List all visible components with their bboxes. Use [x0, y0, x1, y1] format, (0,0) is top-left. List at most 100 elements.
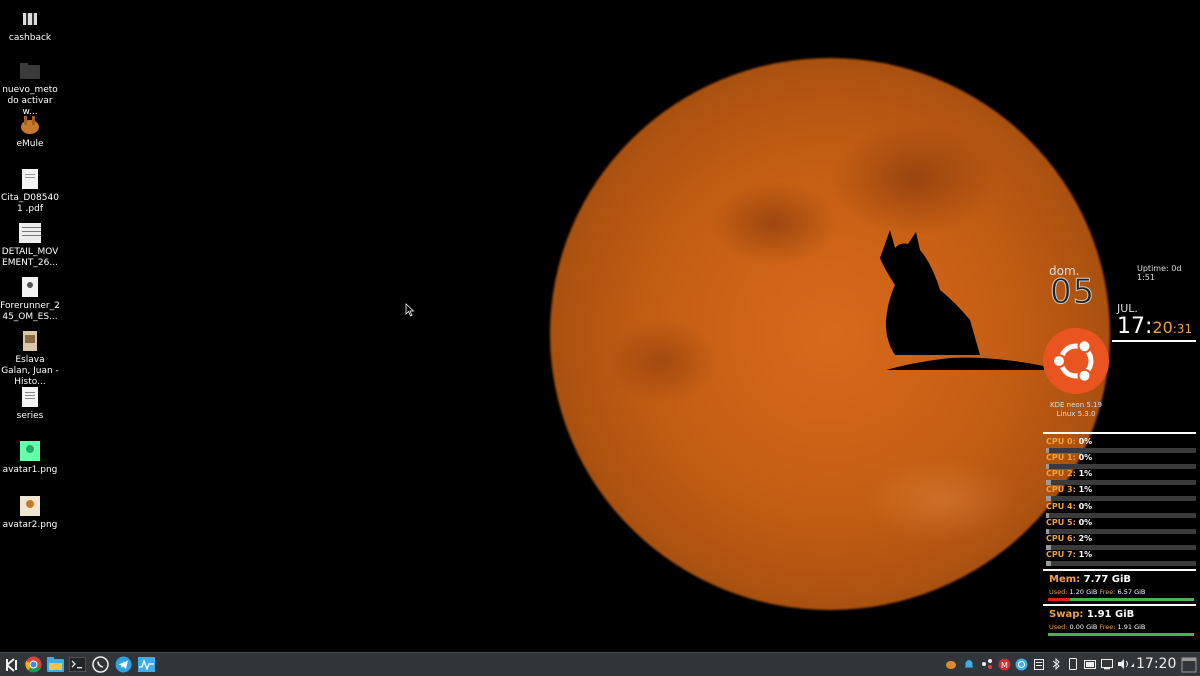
- cpu-value: 2%: [1078, 534, 1093, 543]
- clock-minutes: 20: [1152, 318, 1173, 337]
- mega-icon[interactable]: M: [997, 657, 1011, 671]
- widget-separator: [1043, 432, 1196, 434]
- network-share-icon[interactable]: [980, 657, 994, 671]
- desktop-icon-avatar2[interactable]: avatar2.png: [0, 495, 60, 531]
- cpu-value: 1%: [1078, 469, 1093, 478]
- cpu-label: CPU 1:: [1046, 453, 1076, 462]
- swap-free-label: Free:: [1099, 623, 1116, 631]
- emule-icon: [19, 114, 41, 136]
- cpu-row: CPU 2: 1%: [1046, 469, 1196, 478]
- phone-connect-icon[interactable]: [1066, 657, 1080, 671]
- desktop-icon-label: Cita_D085401 .pdf: [1, 193, 59, 214]
- taskbar-clock[interactable]: 17:20: [1136, 656, 1176, 672]
- desktop-icon-avatar1[interactable]: avatar1.png: [0, 440, 60, 476]
- desktop-icon-label: avatar1.png: [2, 465, 58, 475]
- cpu-row: CPU 0: 0%: [1046, 437, 1196, 446]
- ubuntu-logo-icon: [1043, 328, 1109, 394]
- mem-details: Used: 1.20 GiB Free: 6.57 GiB: [1049, 588, 1145, 596]
- widget-separator: [1043, 569, 1196, 571]
- desktop-icon-label: eMule: [16, 139, 44, 149]
- cpu-label: CPU 6:: [1046, 534, 1076, 543]
- clipboard-icon[interactable]: [1032, 657, 1046, 671]
- desktop-icon-series[interactable]: series: [0, 386, 60, 422]
- desktop-icon-cashback[interactable]: cashback: [0, 8, 60, 44]
- terminal-icon[interactable]: [68, 655, 87, 674]
- cpu-label: CPU 7:: [1046, 550, 1076, 559]
- desktop-icon-eslava-galan[interactable]: Eslava Galan, Juan - Histo...: [0, 330, 60, 388]
- cpu-load-fill: [1046, 561, 1051, 566]
- widget-separator: [1043, 604, 1196, 606]
- swap-usage-bar: [1048, 633, 1194, 636]
- clock-seconds: :31: [1172, 322, 1193, 336]
- swap-used-label: Used:: [1049, 623, 1068, 631]
- desktop-icon-detail-movement[interactable]: DETAIL_MOV EMENT_26...: [0, 222, 60, 269]
- cpu-value: 0%: [1078, 453, 1093, 462]
- desktop-icon-label: DETAIL_MOV EMENT_26...: [1, 247, 59, 268]
- cpu-label: CPU 2:: [1046, 469, 1076, 478]
- document-icon: [19, 276, 41, 298]
- mem-used-label: Used:: [1049, 588, 1068, 596]
- emule-tray-icon[interactable]: [944, 657, 958, 671]
- swap-details: Used: 0.00 GiB Free: 1.91 GiB: [1049, 623, 1145, 631]
- cpu-row: CPU 4: 0%: [1046, 502, 1196, 511]
- svg-text:M: M: [1001, 661, 1008, 670]
- cpu-load-bar: [1046, 496, 1196, 501]
- desktop-icon-label: avatar2.png: [2, 520, 58, 530]
- bluetooth-icon[interactable]: [1049, 657, 1063, 671]
- date-day-number: 05: [1049, 272, 1096, 313]
- swap-total: 1.91 GiB: [1086, 609, 1135, 620]
- image-icon: [19, 495, 41, 517]
- taskbar: M 17:20: [0, 652, 1200, 676]
- cpu-value: 1%: [1078, 550, 1093, 559]
- screen-icon[interactable]: [1100, 657, 1114, 671]
- cpu-label: CPU 4:: [1046, 502, 1076, 511]
- swap-title: Swap: 1.91 GiB: [1049, 609, 1134, 620]
- cpu-label: CPU 5:: [1046, 518, 1076, 527]
- battery-icon[interactable]: [1083, 657, 1097, 671]
- desktop-wallpaper: [0, 0, 1200, 652]
- desktop-icon-forerunner[interactable]: Forerunner_2 45_OM_ES...: [0, 276, 60, 323]
- kernel-version: Linux 5.3.0: [1056, 410, 1096, 418]
- text-file-icon: [19, 386, 41, 408]
- mem-used: 1.20 GiB: [1069, 588, 1098, 596]
- file-manager-icon[interactable]: [46, 655, 65, 674]
- notification-bell-icon[interactable]: [962, 657, 976, 671]
- distro-info: KDE neon 5.19 Linux 5.3.0: [1046, 401, 1106, 419]
- desktop-icon-emule[interactable]: eMule: [0, 114, 60, 150]
- clock-hours: 17:: [1117, 314, 1153, 339]
- whatsapp-icon[interactable]: [91, 655, 110, 674]
- system-monitor-icon[interactable]: [137, 655, 156, 674]
- cpu-value: 1%: [1078, 485, 1093, 494]
- folder-dark-icon: [19, 60, 41, 82]
- image-thumbnail-icon: [19, 222, 41, 244]
- mouse-cursor-icon: [405, 303, 415, 317]
- desktop-icon-label: cashback: [8, 33, 52, 43]
- chrome-icon[interactable]: [24, 655, 43, 674]
- clock-divider: [1112, 340, 1196, 342]
- cpu-load-fill: [1046, 496, 1051, 501]
- desktop-icon-label: Eslava Galan, Juan - Histo...: [1, 355, 59, 387]
- kde-menu-icon[interactable]: [2, 655, 21, 674]
- mem-label: Mem:: [1049, 574, 1081, 585]
- desktop-icon-nuevo-metodo[interactable]: nuevo_metodo activar w...: [0, 60, 60, 118]
- image-icon: [19, 440, 41, 462]
- uptime-text: Uptime: 0d 1:51: [1137, 264, 1182, 282]
- swap-free: 1.91 GiB: [1117, 623, 1146, 631]
- cpu-value: 0%: [1078, 502, 1093, 511]
- telegram-icon[interactable]: [114, 655, 133, 674]
- desktop-icon-cita-pdf[interactable]: Cita_D085401 .pdf: [0, 168, 60, 215]
- show-desktop-icon[interactable]: [1179, 655, 1198, 674]
- ubuntu-updates-icon[interactable]: [1014, 657, 1028, 671]
- cpu-value: 0%: [1078, 437, 1093, 446]
- widget-clock: 17:20:31: [1117, 314, 1192, 339]
- cpu-label: CPU 0:: [1046, 437, 1076, 446]
- desktop-icon-label: Forerunner_2 45_OM_ES...: [0, 301, 60, 322]
- cpu-label: CPU 3:: [1046, 485, 1076, 494]
- book-cover-icon: [19, 330, 41, 352]
- cpu-row: CPU 3: 1%: [1046, 485, 1196, 494]
- mem-usage-bar: [1048, 598, 1194, 601]
- expand-tray-icon[interactable]: [1120, 657, 1134, 671]
- mem-title: Mem: 7.77 GiB: [1049, 574, 1131, 585]
- mem-total: 7.77 GiB: [1083, 574, 1132, 585]
- swap-label: Swap:: [1049, 609, 1084, 620]
